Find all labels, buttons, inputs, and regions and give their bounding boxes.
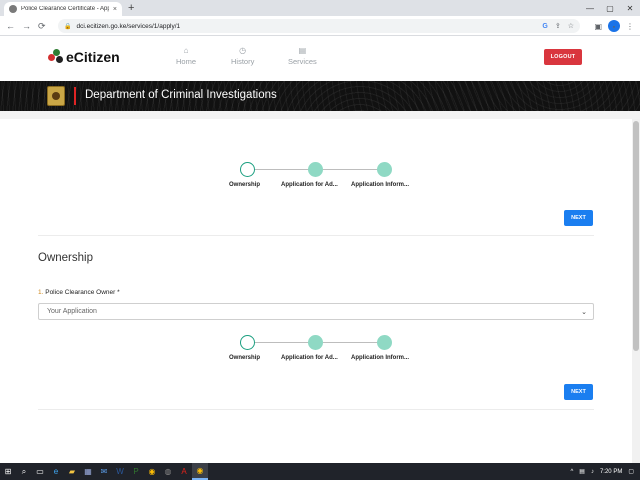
step-3-circle[interactable] (377, 335, 392, 350)
side-panel-icon[interactable]: ▣ (594, 22, 602, 31)
next-button-top[interactable]: NEXT (564, 210, 593, 226)
progress-stepper-top: Ownership Application for Ad... Applicat… (222, 161, 422, 195)
app-icon[interactable]: ◍ (160, 463, 176, 480)
nav-history-label: History (231, 57, 255, 66)
browser-tab-bar: Police Clearance Certificate - Appl × + … (0, 0, 640, 16)
bookmark-star-icon[interactable]: ☆ (568, 22, 574, 30)
next-button-bottom[interactable]: NEXT (564, 384, 593, 400)
police-clearance-owner-select[interactable]: Your Application ⌄ (38, 303, 594, 320)
windows-start-icon[interactable]: ⊞ (0, 463, 16, 480)
site-favicon-icon (9, 5, 17, 13)
step-3-label: Application Inform... (351, 182, 409, 188)
tray-chevron-icon[interactable]: ^ (570, 469, 573, 475)
mail-icon[interactable]: ✉ (96, 463, 112, 480)
step-connector (255, 342, 313, 343)
word-icon[interactable]: W (112, 463, 128, 480)
close-window-icon[interactable]: ✕ (620, 0, 640, 16)
ecitizen-logo[interactable]: eCitizen (48, 49, 120, 65)
step-3-circle[interactable] (377, 162, 392, 177)
step-connector (323, 342, 381, 343)
step-connector (323, 169, 381, 170)
window-controls: — ▢ ✕ (580, 0, 640, 16)
omnibox-actions: G ⇪ ☆ (542, 20, 574, 32)
step-connector (255, 169, 313, 170)
new-tab-button[interactable]: + (128, 1, 134, 15)
browser-menu-icon[interactable]: ⋮ (626, 22, 634, 31)
services-icon: ▤ (298, 46, 307, 55)
back-icon[interactable]: ← (6, 18, 15, 34)
banner-accent-bar (74, 87, 76, 105)
section-divider (38, 409, 594, 410)
nav-history[interactable]: ◷ History (231, 46, 254, 66)
browser-address-bar: ← → ⟳ 🔒 dci.ecitizen.go.ke/services/1/ap… (0, 16, 640, 36)
nav-home[interactable]: ⌂ Home (176, 46, 196, 66)
step-1-label: Ownership (229, 182, 261, 188)
banner-divider (0, 111, 640, 119)
notifications-icon[interactable]: ▢ (628, 468, 634, 475)
tab-close-icon[interactable]: × (113, 6, 117, 13)
chrome-active-icon[interactable]: ◉ (192, 463, 208, 480)
section-divider (38, 235, 594, 236)
clock-time[interactable]: 7:20 PM (600, 469, 622, 475)
network-icon[interactable]: ▤ (579, 468, 585, 475)
reload-icon[interactable]: ⟳ (38, 18, 46, 34)
tab-title: Police Clearance Certificate - Appl (21, 6, 109, 12)
section-title: Ownership (38, 252, 93, 264)
step-2-circle[interactable] (308, 335, 323, 350)
volume-icon[interactable]: ♪ (591, 469, 594, 475)
system-tray: ^ ▤ ♪ 7:20 PM ▢ (570, 463, 634, 480)
history-icon: ◷ (239, 46, 247, 55)
nav-services-label: Services (288, 57, 317, 66)
file-explorer-icon[interactable]: ▰ (64, 463, 80, 480)
url-text: dci.ecitizen.go.ke/services/1/apply/1 (76, 22, 181, 30)
step-1-circle[interactable] (240, 335, 255, 350)
page-scrollbar[interactable] (632, 119, 640, 463)
google-icon[interactable]: G (542, 23, 547, 30)
field-label-text: Police Clearance Owner * (45, 289, 120, 296)
profile-avatar-icon[interactable]: ● (608, 20, 620, 32)
store-icon[interactable]: ▦ (80, 463, 96, 480)
field-label: 1. Police Clearance Owner * (38, 289, 120, 296)
step-2-circle[interactable] (308, 162, 323, 177)
logo-text: eCitizen (66, 49, 120, 65)
lock-icon: 🔒 (64, 23, 72, 30)
maximize-icon[interactable]: ▢ (600, 0, 620, 16)
step-3-label: Application Inform... (351, 355, 409, 361)
minimize-icon[interactable]: — (580, 0, 600, 16)
url-input[interactable]: 🔒 dci.ecitizen.go.ke/services/1/apply/1 … (58, 19, 580, 33)
department-title: Department of Criminal Investigations (85, 89, 277, 101)
step-1-circle[interactable] (240, 162, 255, 177)
coat-of-arms-icon (47, 86, 65, 106)
search-icon[interactable]: ⌕ (16, 463, 32, 480)
scrollbar-thumb[interactable] (633, 121, 639, 351)
task-view-icon[interactable]: ▭ (32, 463, 48, 480)
project-icon[interactable]: P (128, 463, 144, 480)
windows-taskbar: ⊞ ⌕ ▭ e ▰ ▦ ✉ W P ◉ ◍ A ◉ ^ ▤ ♪ 7:20 PM … (0, 463, 640, 480)
chevron-down-icon: ⌄ (581, 308, 587, 316)
progress-stepper-bottom: Ownership Application for Ad... Applicat… (222, 334, 422, 368)
share-icon[interactable]: ⇪ (555, 22, 561, 30)
step-2-label: Application for Ad... (281, 182, 338, 188)
nav-home-label: Home (176, 57, 197, 66)
forward-icon[interactable]: → (22, 18, 31, 34)
department-banner: Department of Criminal Investigations (0, 81, 640, 111)
select-value: Your Application (47, 308, 97, 315)
step-2-label: Application for Ad... (281, 355, 338, 361)
site-header: eCitizen ⌂ Home ◷ History ▤ Services LOG… (0, 37, 640, 81)
browser-tab[interactable]: Police Clearance Certificate - Appl × (4, 2, 122, 16)
nav-services[interactable]: ▤ Services (288, 46, 317, 66)
acrobat-icon[interactable]: A (176, 463, 192, 480)
edge-icon[interactable]: e (48, 463, 64, 480)
chrome-icon[interactable]: ◉ (144, 463, 160, 480)
step-1-label: Ownership (229, 355, 261, 361)
logout-button[interactable]: LOGOUT (544, 49, 582, 65)
ecitizen-logo-icon (48, 49, 64, 65)
home-icon: ⌂ (183, 46, 189, 55)
browser-toolbar-icons: ▣ ● ⋮ (594, 19, 634, 33)
field-number: 1. (38, 289, 44, 296)
